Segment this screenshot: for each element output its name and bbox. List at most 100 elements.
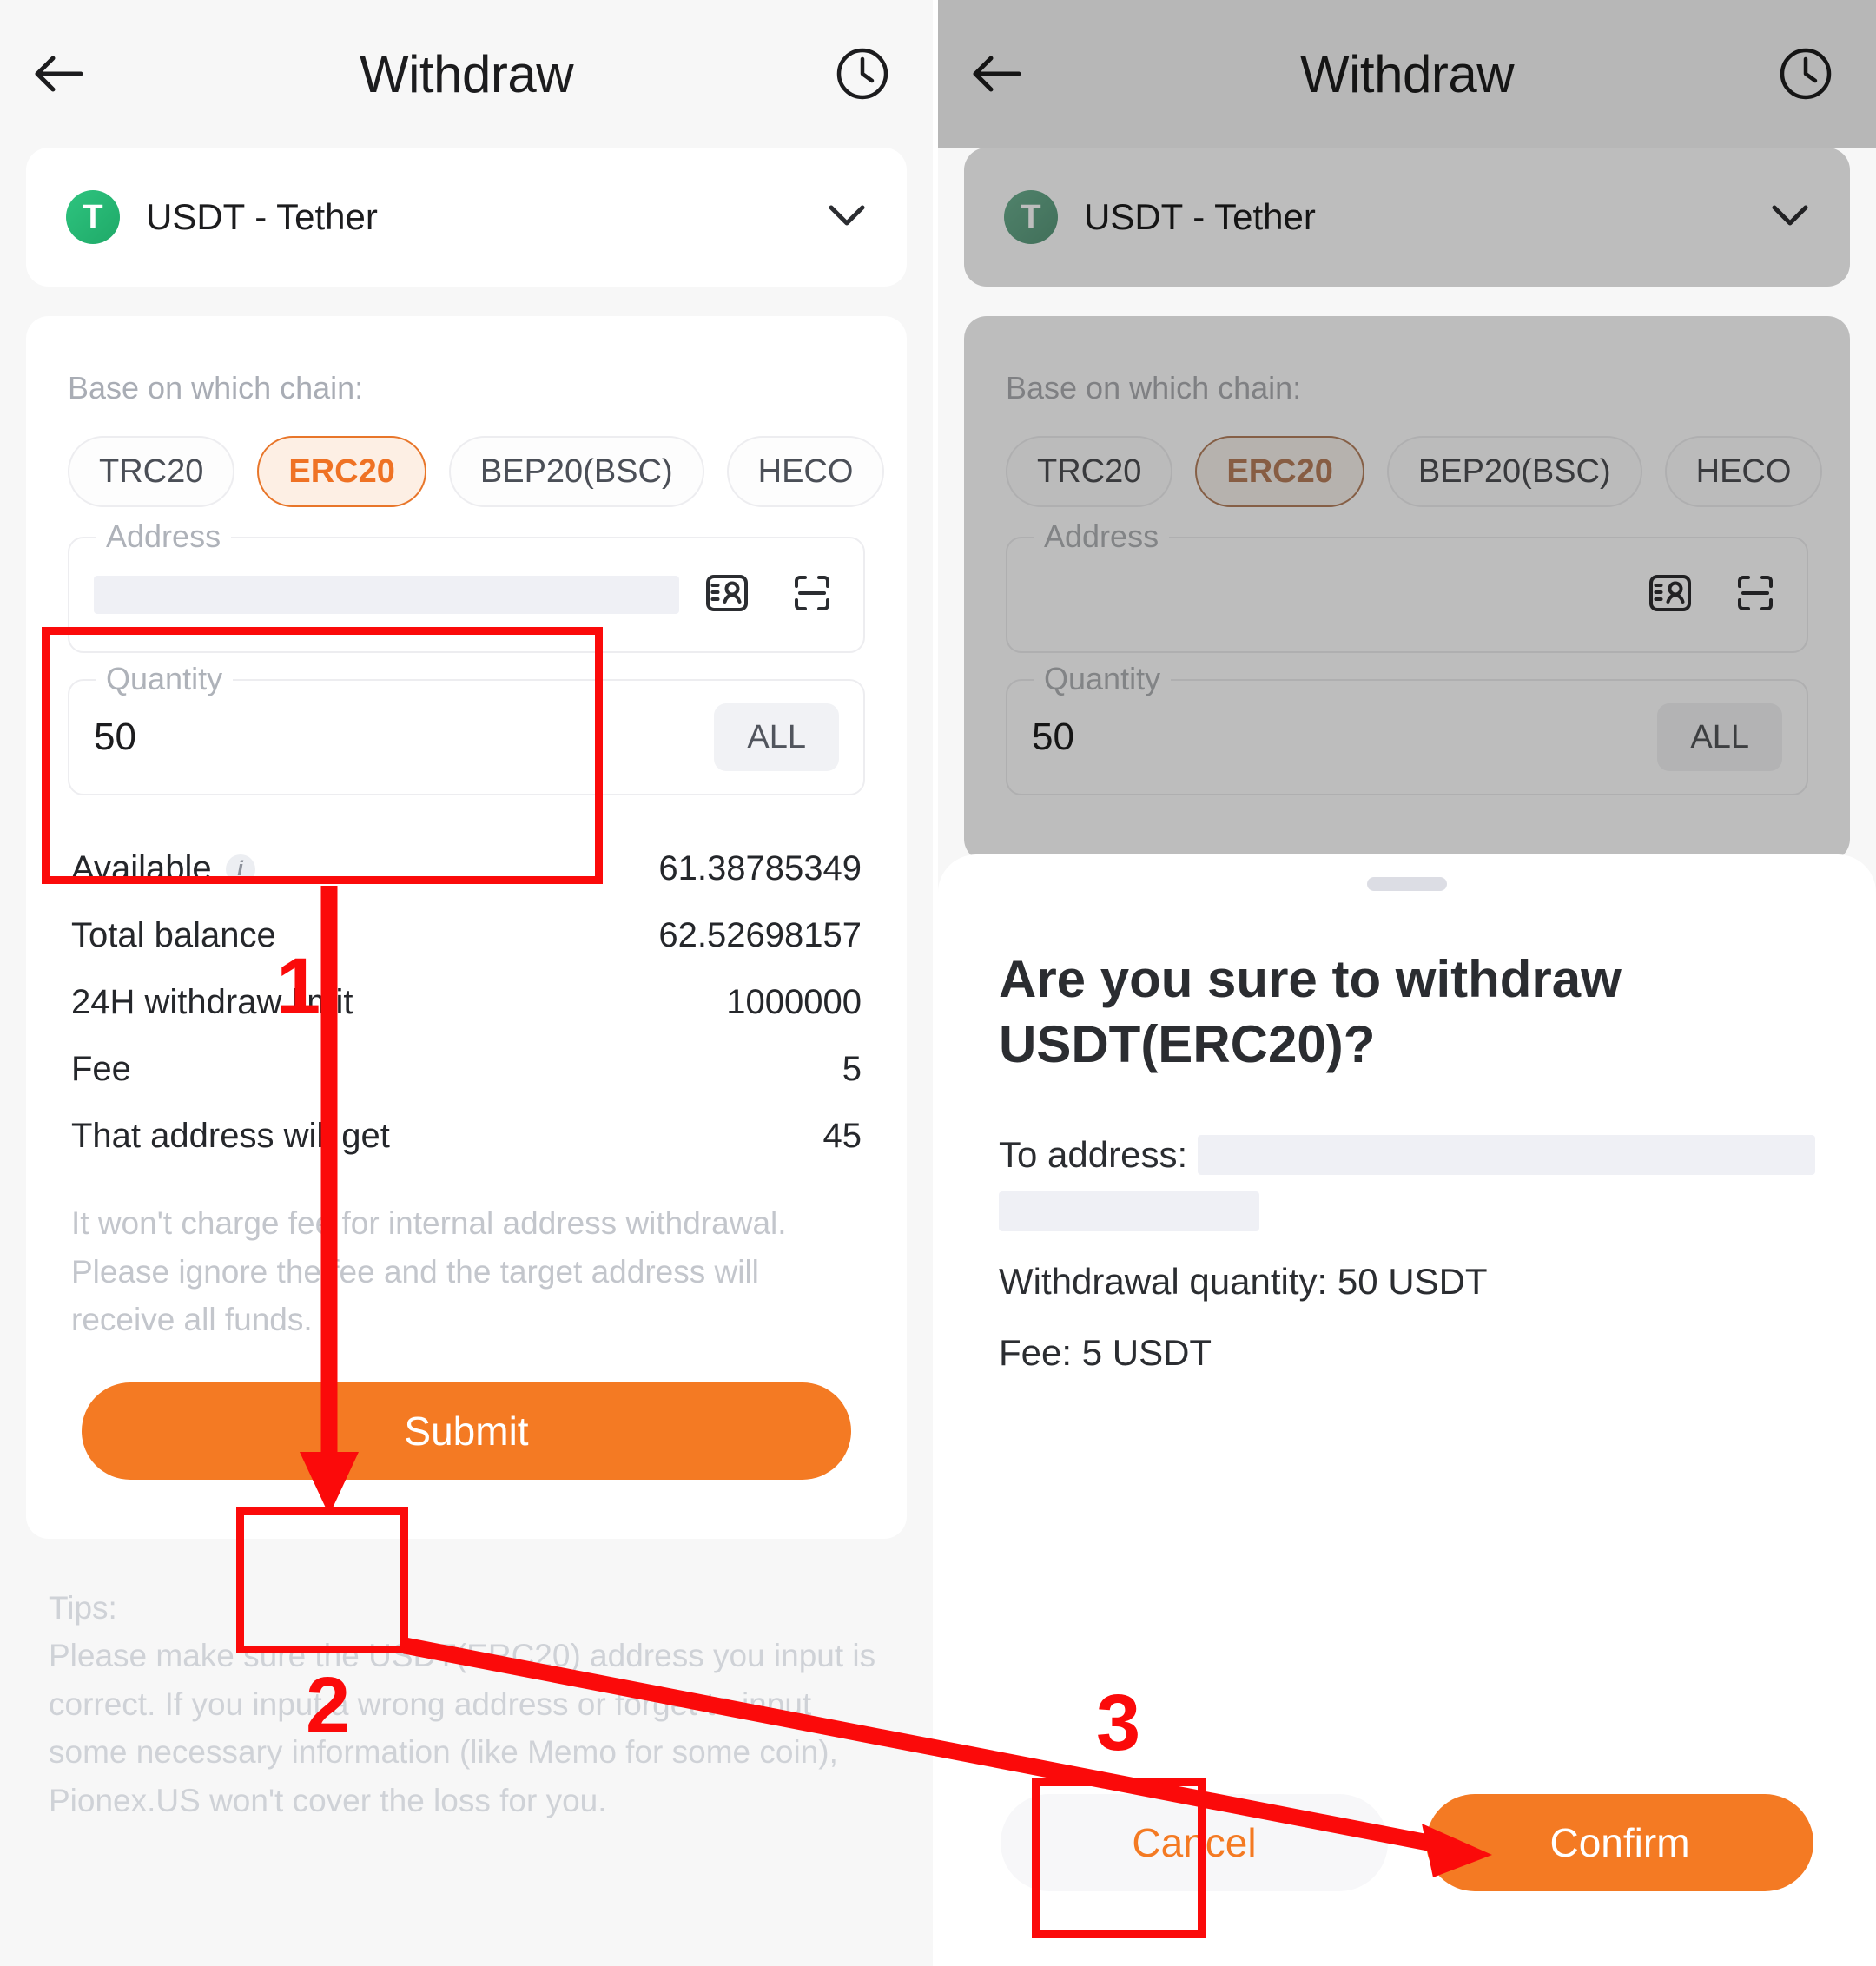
arrow-left-icon — [35, 56, 83, 92]
screenshot-stage: Withdraw T USDT - Tether Base on which c… — [0, 0, 1876, 1966]
sheet-body: To address: Withdrawal quantity: 50 USDT… — [999, 1134, 1815, 1374]
chain-chip-heco[interactable]: HECO — [726, 436, 885, 507]
info-label-withdraw-limit: 24H withdraw limit — [71, 983, 353, 1022]
cancel-button[interactable]: Cancel — [1001, 1794, 1388, 1891]
tips-body: Please make sure the USDT(ERC20) address… — [49, 1638, 876, 1818]
clock-icon — [836, 48, 888, 100]
info-row-address-will-get: That address will get 45 — [71, 1103, 862, 1170]
address-value-redacted-right — [1032, 576, 1622, 614]
withdraw-form-card: Base on which chain: TRC20 ERC20 BEP20(B… — [26, 316, 907, 1539]
confirm-button[interactable]: Confirm — [1426, 1794, 1813, 1891]
qr-scan-button-right[interactable] — [1728, 566, 1782, 624]
sheet-action-buttons: Cancel Confirm — [938, 1794, 1876, 1891]
withdrawal-quantity-line: Withdrawal quantity: 50 USDT — [999, 1261, 1488, 1302]
chain-chip-erc20[interactable]: ERC20 — [257, 436, 426, 507]
chevron-down-icon — [829, 205, 865, 225]
contact-card-button[interactable] — [700, 566, 754, 624]
chain-chip-erc20-label: ERC20 — [288, 453, 395, 490]
clock-icon — [1780, 48, 1832, 100]
panel-divider — [933, 0, 938, 1966]
contact-card-icon — [1649, 574, 1691, 611]
sheet-drag-handle[interactable] — [1367, 877, 1447, 891]
chain-chip-heco-label-right: HECO — [1695, 453, 1792, 490]
address-value-redacted — [94, 576, 679, 614]
quantity-input-value-right[interactable]: 50 — [1032, 716, 1074, 759]
sheet-title: Are you sure to withdraw USDT(ERC20)? — [999, 950, 1622, 1073]
withdrawal-fee-line: Fee: 5 USDT — [999, 1332, 1212, 1373]
info-label-withdraw-limit-text: 24H withdraw limit — [71, 983, 353, 1021]
address-field-actions-right — [1643, 566, 1782, 624]
chain-chip-trc20[interactable]: TRC20 — [68, 436, 235, 507]
info-value-address-will-get: 45 — [822, 1117, 862, 1155]
info-row-fee: Fee 5 — [71, 1036, 862, 1103]
dimmed-background-layer: Withdraw T USDT - Tether Base on which c… — [938, 0, 1876, 861]
info-row-available: Available i 61.38785349 — [71, 835, 862, 902]
chain-chip-erc20-right[interactable]: ERC20 — [1195, 436, 1364, 507]
info-value-total-balance: 62.52698157 — [658, 916, 862, 954]
coin-name-label: USDT - Tether — [146, 196, 378, 237]
confirm-withdraw-sheet: Are you sure to withdraw USDT(ERC20)? To… — [938, 854, 1876, 1966]
info-label-total-balance-text: Total balance — [71, 916, 276, 954]
coin-selector-row-right[interactable]: T USDT - Tether — [964, 148, 1850, 287]
submit-button[interactable]: Submit — [82, 1382, 851, 1480]
chain-chip-trc20-label: TRC20 — [99, 453, 204, 490]
contact-card-button-right[interactable] — [1643, 566, 1697, 624]
coin-chevron[interactable] — [827, 202, 867, 233]
chain-chip-trc20-label-right: TRC20 — [1037, 453, 1142, 490]
history-button[interactable] — [836, 47, 889, 101]
tips-section: Tips: Please make sure the USDT(ERC20) a… — [49, 1584, 884, 1825]
address-field-actions — [700, 566, 839, 624]
coin-selector-row[interactable]: T USDT - Tether — [26, 148, 907, 287]
internal-transfer-note: It won't charge fee for internal address… — [71, 1205, 787, 1337]
address-input-field-right[interactable]: Address — [1006, 518, 1808, 653]
tether-logo-icon: T — [66, 190, 120, 244]
address-field-legend: Address — [96, 518, 232, 555]
submit-button-label: Submit — [404, 1408, 529, 1454]
info-value-withdraw-limit: 1000000 — [726, 983, 862, 1021]
quantity-input-field[interactable]: Quantity 50 ALL — [68, 661, 865, 795]
to-address-value-redacted-line2 — [999, 1191, 1259, 1231]
quantity-all-button-right[interactable]: ALL — [1657, 703, 1782, 771]
info-label-fee: Fee — [71, 1050, 131, 1089]
tether-symbol-right: T — [1021, 198, 1041, 235]
confirm-button-label: Confirm — [1549, 1820, 1690, 1865]
info-label-available: Available i — [71, 849, 255, 888]
chain-chip-group: TRC20 ERC20 BEP20(BSC) HECO — [68, 436, 885, 507]
info-value-available: 61.38785349 — [658, 849, 862, 887]
back-button[interactable] — [31, 46, 87, 102]
quantity-input-field-right[interactable]: Quantity 50 ALL — [1006, 661, 1808, 795]
arrow-left-icon — [973, 56, 1021, 92]
to-address-label: To address: — [999, 1134, 1188, 1175]
tether-symbol: T — [83, 198, 103, 235]
chain-chip-heco-label: HECO — [757, 453, 854, 490]
info-tooltip-icon[interactable]: i — [225, 854, 255, 884]
quantity-all-button[interactable]: ALL — [714, 703, 839, 771]
info-row-withdraw-limit: 24H withdraw limit 1000000 — [71, 969, 862, 1036]
chain-chip-bep20[interactable]: BEP20(BSC) — [448, 436, 704, 507]
coin-selector-right[interactable]: T USDT - Tether — [964, 148, 1850, 287]
qr-scan-button[interactable] — [785, 566, 839, 624]
info-value-fee: 5 — [842, 1050, 862, 1088]
coin-chevron-right[interactable] — [1770, 202, 1810, 233]
quantity-input-value[interactable]: 50 — [94, 716, 136, 759]
to-address-row: To address: — [999, 1134, 1815, 1176]
chain-chip-bep20-right[interactable]: BEP20(BSC) — [1386, 436, 1642, 507]
coin-selector[interactable]: T USDT - Tether — [26, 148, 907, 287]
chain-chip-heco-right[interactable]: HECO — [1664, 436, 1823, 507]
address-input-field[interactable]: Address — [68, 518, 865, 653]
chain-chip-trc20-right[interactable]: TRC20 — [1006, 436, 1173, 507]
tether-logo-icon: T — [1004, 190, 1058, 244]
quantity-all-label-right: ALL — [1690, 719, 1749, 755]
contact-card-icon — [706, 574, 748, 611]
chain-chip-erc20-label-right: ERC20 — [1226, 453, 1333, 490]
quantity-field-legend: Quantity — [96, 661, 234, 697]
chain-chip-bep20-label: BEP20(BSC) — [479, 453, 673, 490]
quantity-field-legend-right: Quantity — [1034, 661, 1172, 697]
chain-section-label-right: Base on which chain: — [1006, 370, 1302, 406]
history-button-right[interactable] — [1779, 47, 1833, 101]
chain-chip-group-right: TRC20 ERC20 BEP20(BSC) HECO — [1006, 436, 1823, 507]
back-button-right[interactable] — [969, 46, 1025, 102]
info-label-available-text: Available — [71, 849, 212, 887]
chain-section-label: Base on which chain: — [68, 370, 364, 406]
chevron-down-icon — [1772, 205, 1808, 225]
